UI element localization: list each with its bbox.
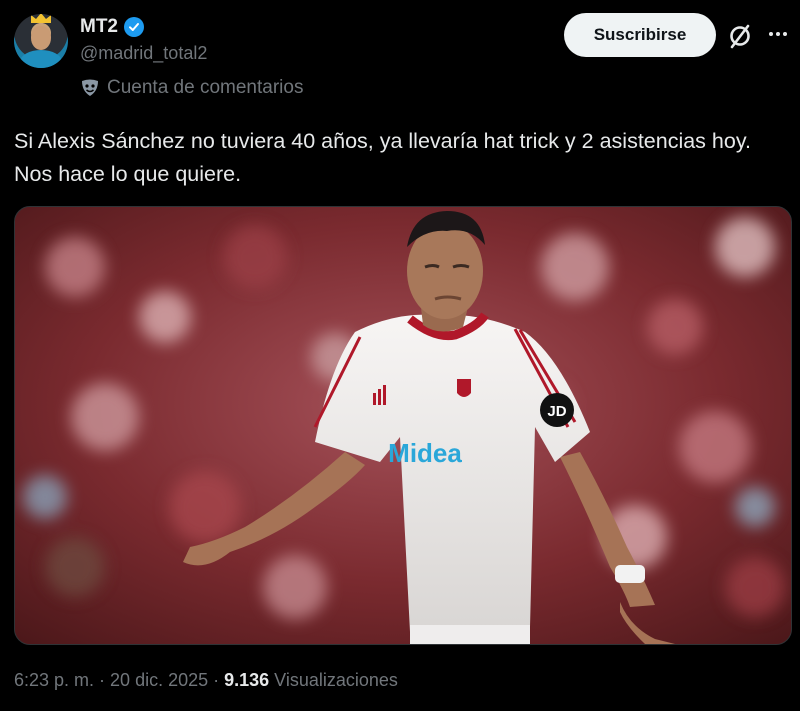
theater-mask-icon [82, 79, 98, 96]
grok-icon[interactable] [726, 22, 754, 50]
tweet-text: Si Alexis Sánchez no tuviera 40 años, ya… [14, 129, 751, 186]
photo-player-illustration: JD Midea [15, 207, 791, 644]
subscribe-button[interactable]: Suscribirse [564, 13, 716, 57]
tweet-time[interactable]: 6:23 p. m. [14, 670, 94, 691]
account-label-text: Cuenta de comentarios [107, 77, 304, 98]
tweet-media-photo[interactable]: JD Midea [14, 206, 792, 645]
meta-separator: · [213, 670, 220, 690]
verified-badge-icon[interactable] [124, 17, 144, 37]
sleeve-badge-text: JD [547, 403, 566, 420]
author-handle[interactable]: @madrid_total2 [80, 43, 207, 64]
avatar-shirt [20, 50, 62, 68]
account-label: Cuenta de comentarios [80, 77, 303, 99]
avatar-face [31, 26, 51, 50]
views-count: 9.136 [224, 670, 270, 690]
checkmark-icon [129, 23, 139, 31]
crown-icon [31, 14, 51, 23]
tweet-meta: 6:23 p. m. · 20 dic. 2025 · 9.136 Visual… [14, 670, 398, 691]
more-options-icon[interactable] [766, 22, 790, 46]
meta-separator: · [99, 670, 106, 690]
jersey-sponsor-text: Midea [388, 438, 462, 468]
views-label: Visualizaciones [274, 670, 398, 690]
author-display-name[interactable]: MT2 [80, 16, 118, 38]
author-avatar[interactable] [14, 14, 68, 68]
author-name-row: MT2 [80, 16, 144, 38]
tweet-date[interactable]: 20 dic. 2025 [110, 670, 208, 691]
